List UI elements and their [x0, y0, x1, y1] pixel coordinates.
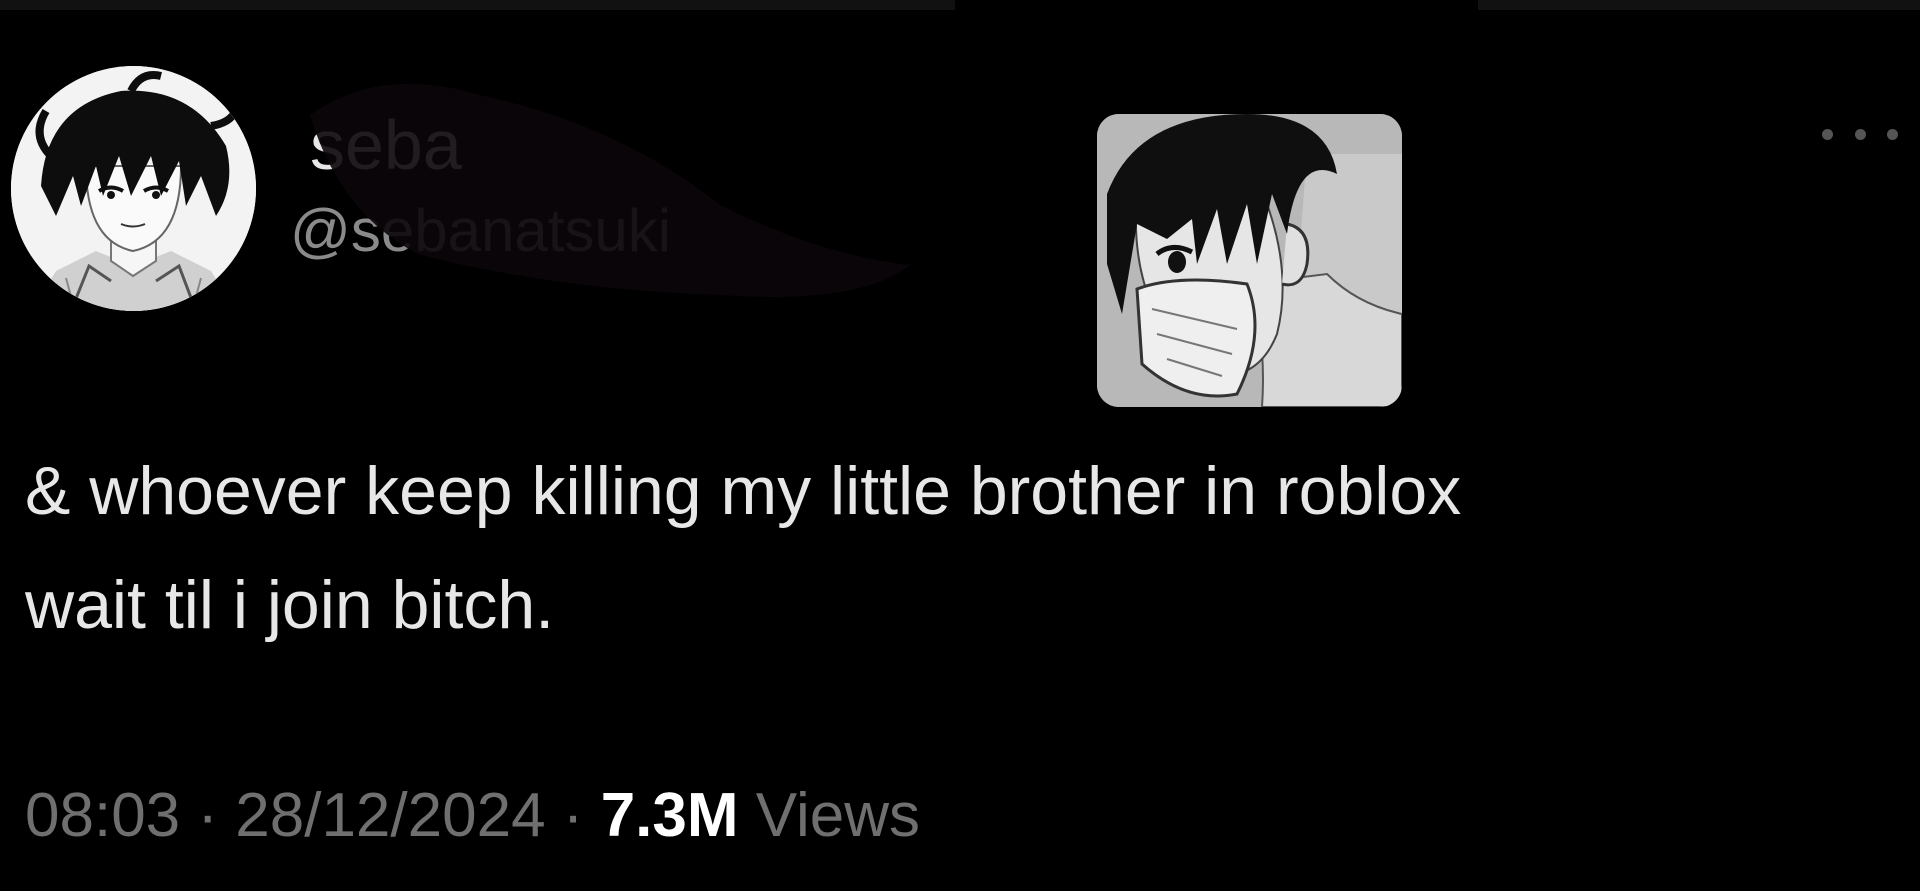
views-count[interactable]: 7.3M [601, 781, 739, 850]
views-label: Views [755, 781, 921, 850]
tweet-meta: 08:03 · 28/12/2024 · 7.3M Views [25, 780, 920, 852]
meta-separator: · [545, 781, 601, 850]
avatar[interactable] [11, 66, 256, 311]
tweet-text: & whoever keep killing my little brother… [25, 453, 1462, 643]
top-divider-right [1478, 0, 1920, 10]
tweet-time[interactable]: 08:03 [25, 781, 180, 850]
media-image [1097, 114, 1402, 407]
more-options-button[interactable] [1822, 116, 1898, 152]
more-horizontal-icon [1822, 128, 1833, 140]
tweet-screenshot: seba @sebanatsuki [0, 0, 1920, 891]
more-horizontal-icon-dot [1854, 128, 1866, 140]
avatar-image [11, 66, 256, 311]
tweet-date[interactable]: 28/12/2024 [235, 781, 545, 850]
more-horizontal-icon-dot [1887, 128, 1898, 140]
media-thumbnail[interactable] [1097, 114, 1402, 407]
background-smudge [310, 83, 910, 297]
top-divider-left [0, 0, 955, 10]
meta-separator: · [180, 781, 236, 850]
